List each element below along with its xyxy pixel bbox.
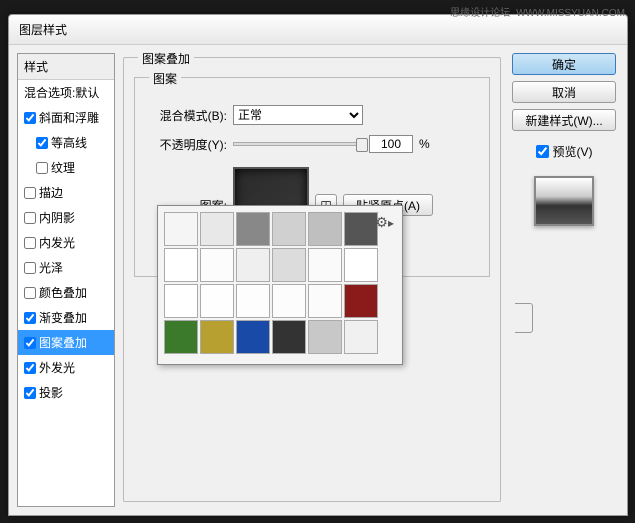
cancel-button[interactable]: 取消 [512, 81, 616, 103]
style-checkbox[interactable] [24, 187, 36, 199]
pattern-swatch-23[interactable] [344, 320, 378, 354]
slider-thumb[interactable] [356, 138, 368, 152]
styles-list: 样式 混合选项:默认 斜面和浮雕等高线纹理描边内阴影内发光光泽颜色叠加渐变叠加图… [17, 53, 115, 507]
style-item-8[interactable]: 渐变叠加 [18, 305, 114, 330]
style-checkbox[interactable] [36, 137, 48, 149]
style-label: 渐变叠加 [39, 309, 87, 326]
styles-header[interactable]: 样式 [18, 54, 114, 80]
pattern-swatch-22[interactable] [308, 320, 342, 354]
style-label: 纹理 [51, 159, 75, 176]
pattern-swatch-6[interactable] [164, 248, 198, 282]
style-label: 斜面和浮雕 [39, 109, 99, 126]
style-checkbox[interactable] [24, 287, 36, 299]
blend-mode-select[interactable]: 正常 [233, 105, 363, 125]
hidden-panel-edge [515, 303, 533, 333]
sub-title: 图案 [149, 70, 181, 87]
pattern-swatch-8[interactable] [236, 248, 270, 282]
blend-defaults-row[interactable]: 混合选项:默认 [18, 80, 114, 105]
pattern-swatch-3[interactable] [272, 212, 306, 246]
style-checkbox[interactable] [24, 212, 36, 224]
preview-thumbnail [534, 176, 594, 226]
pattern-swatch-13[interactable] [200, 284, 234, 318]
pattern-swatch-19[interactable] [200, 320, 234, 354]
style-item-2[interactable]: 纹理 [18, 155, 114, 180]
opacity-unit: % [419, 137, 430, 151]
new-style-button[interactable]: 新建样式(W)... [512, 109, 616, 131]
gear-icon[interactable]: ⚙▸ [375, 214, 394, 231]
style-checkbox[interactable] [24, 237, 36, 249]
pattern-swatch-11[interactable] [344, 248, 378, 282]
blend-mode-label: 混合模式(B): [145, 107, 227, 124]
pattern-swatch-9[interactable] [272, 248, 306, 282]
titlebar: 图层样式 [9, 15, 627, 45]
style-checkbox[interactable] [24, 362, 36, 374]
style-item-4[interactable]: 内阴影 [18, 205, 114, 230]
pattern-swatch-1[interactable] [200, 212, 234, 246]
style-item-1[interactable]: 等高线 [18, 130, 114, 155]
style-label: 等高线 [51, 134, 87, 151]
pattern-swatch-14[interactable] [236, 284, 270, 318]
style-item-10[interactable]: 外发光 [18, 355, 114, 380]
style-item-6[interactable]: 光泽 [18, 255, 114, 280]
pattern-swatch-10[interactable] [308, 248, 342, 282]
opacity-label: 不透明度(Y): [145, 136, 227, 153]
style-label: 颜色叠加 [39, 284, 87, 301]
dialog-title: 图层样式 [19, 23, 67, 37]
style-checkbox[interactable] [36, 162, 48, 174]
style-item-3[interactable]: 描边 [18, 180, 114, 205]
style-label: 内阴影 [39, 209, 75, 226]
style-label: 内发光 [39, 234, 75, 251]
style-checkbox[interactable] [24, 387, 36, 399]
pattern-picker-popup: ⚙▸ [157, 205, 403, 365]
pattern-swatch-16[interactable] [308, 284, 342, 318]
preview-label: 预览(V) [553, 143, 593, 160]
style-item-9[interactable]: 图案叠加 [18, 330, 114, 355]
pattern-swatch-12[interactable] [164, 284, 198, 318]
pattern-swatch-5[interactable] [344, 212, 378, 246]
opacity-slider[interactable] [233, 142, 363, 146]
pattern-swatch-0[interactable] [164, 212, 198, 246]
style-label: 描边 [39, 184, 63, 201]
pattern-swatch-15[interactable] [272, 284, 306, 318]
section-title: 图案叠加 [138, 50, 194, 67]
style-label: 投影 [39, 384, 63, 401]
style-label: 光泽 [39, 259, 63, 276]
preview-checkbox[interactable] [536, 145, 549, 158]
pattern-swatch-4[interactable] [308, 212, 342, 246]
style-checkbox[interactable] [24, 262, 36, 274]
pattern-swatch-7[interactable] [200, 248, 234, 282]
style-label: 图案叠加 [39, 334, 87, 351]
style-checkbox[interactable] [24, 312, 36, 324]
style-item-7[interactable]: 颜色叠加 [18, 280, 114, 305]
style-checkbox[interactable] [24, 112, 36, 124]
style-checkbox[interactable] [24, 337, 36, 349]
layer-style-dialog: 图层样式 样式 混合选项:默认 斜面和浮雕等高线纹理描边内阴影内发光光泽颜色叠加… [8, 14, 628, 516]
pattern-swatch-2[interactable] [236, 212, 270, 246]
right-panel: 确定 取消 新建样式(W)... 预览(V) [509, 53, 619, 507]
style-item-0[interactable]: 斜面和浮雕 [18, 105, 114, 130]
ok-button[interactable]: 确定 [512, 53, 616, 75]
pattern-swatch-17[interactable] [344, 284, 378, 318]
style-item-11[interactable]: 投影 [18, 380, 114, 405]
style-label: 外发光 [39, 359, 75, 376]
opacity-input[interactable] [369, 135, 413, 153]
pattern-swatch-18[interactable] [164, 320, 198, 354]
pattern-swatch-21[interactable] [272, 320, 306, 354]
style-item-5[interactable]: 内发光 [18, 230, 114, 255]
watermark: 思缘设计论坛WWW.MISSYUAN.COM [444, 4, 625, 19]
pattern-swatch-20[interactable] [236, 320, 270, 354]
